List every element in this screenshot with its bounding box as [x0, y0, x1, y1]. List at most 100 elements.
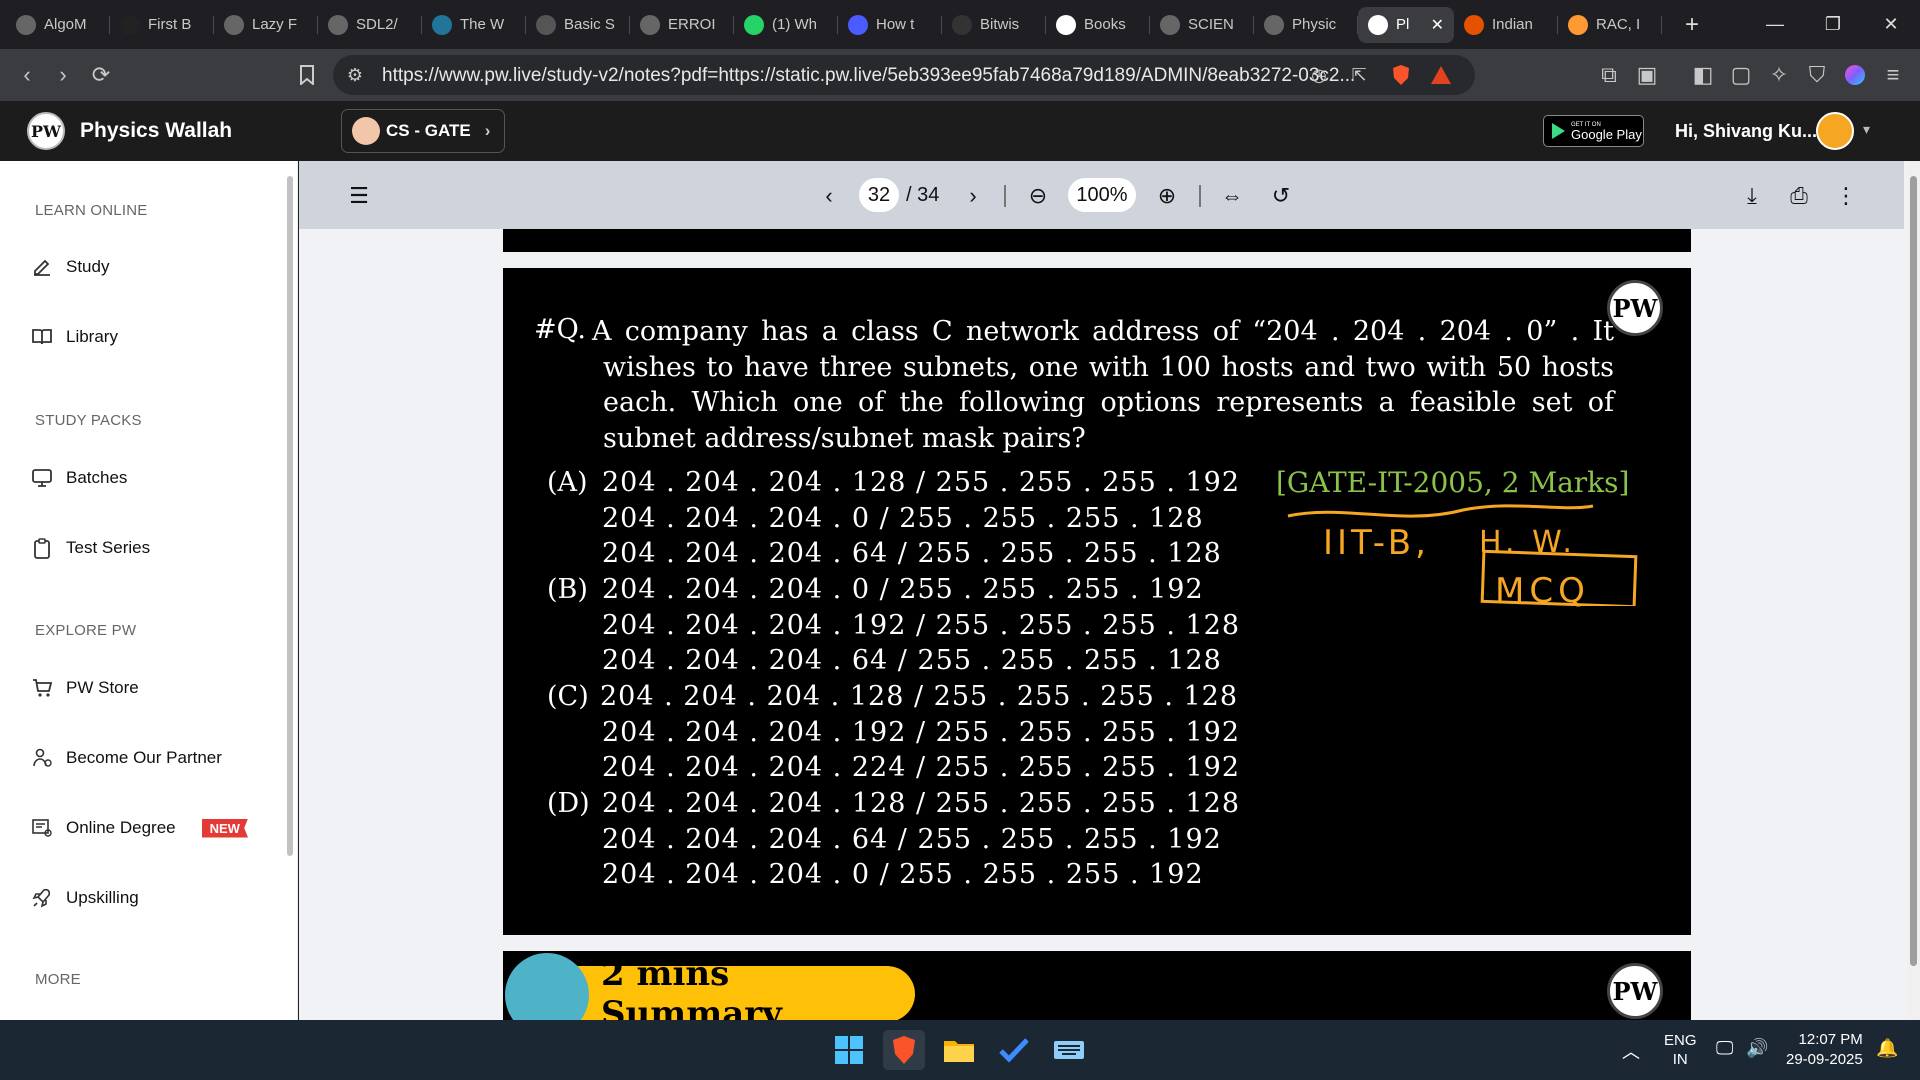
- more-options-icon[interactable]: ⋮: [1831, 181, 1861, 211]
- browser-tab[interactable]: SCIEN: [1150, 7, 1254, 43]
- site-settings-icon[interactable]: ⚙: [343, 63, 367, 87]
- profile-icon[interactable]: [1842, 62, 1868, 88]
- sidebar: LEARN ONLINE Study Library STUDY PACKS B…: [0, 161, 298, 1020]
- sidebar-item-label: Test Series: [66, 538, 151, 557]
- brave-browser-icon[interactable]: [883, 1030, 925, 1070]
- chevron-up-icon[interactable]: ︿: [1622, 1038, 1640, 1064]
- share-icon[interactable]: ⇱: [1347, 63, 1371, 87]
- browser-tab[interactable]: RAC, I: [1558, 7, 1662, 43]
- pdf-page-previous: [503, 229, 1691, 252]
- history-icon[interactable]: ◷: [1307, 63, 1331, 87]
- browser-tab[interactable]: Books: [1046, 7, 1150, 43]
- browser-tab[interactable]: ERROI: [630, 7, 734, 43]
- network-icon[interactable]: 🖵: [1716, 1038, 1733, 1059]
- sidebar-item-partner[interactable]: Become Our Partner: [30, 746, 222, 770]
- tab-title: The W: [460, 16, 505, 33]
- pw-logo[interactable]: PW: [27, 112, 65, 150]
- sidebar-item-library[interactable]: Library: [30, 325, 118, 349]
- sidebar-item-pw-store[interactable]: PW Store: [30, 676, 139, 700]
- windows-start-icon[interactable]: [828, 1030, 870, 1070]
- sidebar-item-online-degree[interactable]: Online Degree NEW: [30, 816, 248, 840]
- page-icon: [536, 14, 556, 35]
- sidebar-menu-icon[interactable]: ☰: [344, 181, 374, 211]
- reader-icon[interactable]: ▣: [1634, 62, 1660, 88]
- zoom-level[interactable]: 100%: [1068, 178, 1136, 212]
- brave-rewards-icon[interactable]: [1429, 63, 1453, 87]
- file-explorer-icon[interactable]: [938, 1030, 980, 1070]
- download-icon[interactable]: ⤓: [1737, 181, 1767, 211]
- browser-tab[interactable]: The W: [422, 7, 526, 43]
- play-store-icon: [1552, 123, 1565, 139]
- sidebar-item-label: Online Degree: [66, 818, 176, 837]
- browser-tab[interactable]: Lazy F: [214, 7, 318, 43]
- rotate-icon[interactable]: ↺: [1266, 181, 1296, 211]
- keyboard-app-icon[interactable]: [1048, 1030, 1090, 1070]
- browser-tab[interactable]: Indian: [1454, 7, 1558, 43]
- caret-down-icon[interactable]: ▾: [1863, 121, 1870, 138]
- address-bar[interactable]: ⚙ https://www.pw.live/study-v2/notes?pdf…: [333, 55, 1475, 95]
- browser-tab[interactable]: Bitwis: [942, 7, 1046, 43]
- extensions-icon[interactable]: ⧉: [1596, 62, 1622, 88]
- user-greeting[interactable]: Hi, Shivang Ku...: [1675, 121, 1817, 142]
- leo-ai-icon[interactable]: ✧: [1766, 62, 1792, 88]
- forward-icon[interactable]: ›: [50, 62, 76, 88]
- cart-icon: [30, 676, 54, 700]
- option-b-line-2: 204 . 204 . 204 . 192 / 255 . 255 . 255 …: [602, 610, 1241, 641]
- close-tab-icon[interactable]: ✕: [1431, 15, 1444, 35]
- gplay-big-text: Google Play: [1571, 126, 1642, 142]
- partner-icon: [30, 746, 54, 770]
- sidebar-item-study[interactable]: Study: [30, 255, 109, 279]
- browser-tab[interactable]: First B: [110, 7, 214, 43]
- sidebar-item-test-series[interactable]: Test Series: [30, 536, 150, 560]
- restore-button[interactable]: ❐: [1804, 0, 1862, 49]
- bookmark-icon[interactable]: [294, 62, 320, 88]
- browser-tab[interactable]: (1) Wh: [734, 7, 838, 43]
- page-number-input[interactable]: 32: [859, 178, 899, 212]
- next-page-icon[interactable]: ›: [958, 181, 988, 211]
- todo-app-icon[interactable]: [993, 1030, 1035, 1070]
- reload-icon[interactable]: ⟳: [88, 62, 114, 88]
- menu-icon[interactable]: ≡: [1880, 62, 1906, 88]
- close-window-button[interactable]: ✕: [1862, 0, 1920, 49]
- site-header: PW Physics Wallah CS - GATE › GET IT ON …: [0, 101, 1920, 161]
- section-explore-pw: EXPLORE PW: [35, 622, 137, 639]
- wordpress-icon: [432, 14, 452, 35]
- browser-tab[interactable]: Physic: [1254, 7, 1358, 43]
- new-tab-button[interactable]: +: [1672, 11, 1712, 39]
- browser-tab[interactable]: SDL2/: [318, 7, 422, 43]
- brand-name[interactable]: Physics Wallah: [80, 119, 232, 143]
- user-avatar[interactable]: [1816, 112, 1854, 150]
- section-learn-online: LEARN ONLINE: [35, 202, 148, 219]
- pw-watermark-logo: PW: [1607, 280, 1663, 336]
- sidebar-scrollbar[interactable]: [287, 176, 293, 856]
- browser-tab[interactable]: Pl ✕: [1358, 6, 1454, 43]
- brave-shield-icon[interactable]: [1389, 63, 1413, 87]
- browser-tab[interactable]: How t: [838, 7, 942, 43]
- volume-icon[interactable]: 🔊: [1746, 1038, 1768, 1059]
- google-play-button[interactable]: GET IT ON Google Play: [1543, 115, 1644, 147]
- prev-page-icon[interactable]: ‹: [814, 181, 844, 211]
- pdf-page-next: 2 mins Summary PW: [503, 951, 1691, 1020]
- tab-title: Books: [1084, 16, 1126, 33]
- course-selector[interactable]: CS - GATE ›: [341, 109, 505, 153]
- pdf-scrollbar[interactable]: [1907, 161, 1920, 1020]
- minimize-button[interactable]: —: [1746, 0, 1804, 49]
- browser-tab[interactable]: AlgoM: [6, 7, 110, 43]
- notification-bell-icon[interactable]: 🔔: [1876, 1038, 1898, 1059]
- clock[interactable]: 12:07 PM 29-09-2025: [1786, 1030, 1863, 1070]
- browser-tab[interactable]: Basic S: [526, 7, 630, 43]
- wallet-icon[interactable]: ▢: [1728, 62, 1754, 88]
- sidebar-item-batches[interactable]: Batches: [30, 466, 127, 490]
- back-icon[interactable]: ‹: [14, 62, 40, 88]
- question-number: #Q.: [534, 314, 586, 345]
- zoom-in-icon[interactable]: ⊕: [1152, 181, 1182, 211]
- fit-width-icon[interactable]: ⇔: [1217, 181, 1247, 211]
- language-indicator[interactable]: ENG IN: [1664, 1031, 1697, 1069]
- windows-taskbar: ︿ ENG IN 🖵 🔊 12:07 PM 29-09-2025 🔔: [0, 1020, 1920, 1080]
- print-icon[interactable]: ⎙: [1784, 181, 1814, 211]
- sidebar-item-upskilling[interactable]: Upskilling: [30, 886, 139, 910]
- zoom-out-icon[interactable]: ⊖: [1023, 181, 1053, 211]
- sidebar-item-label: Become Our Partner: [66, 748, 222, 767]
- vpn-icon[interactable]: ⛉: [1804, 62, 1830, 88]
- sidebar-toggle-icon[interactable]: ◧: [1690, 62, 1716, 88]
